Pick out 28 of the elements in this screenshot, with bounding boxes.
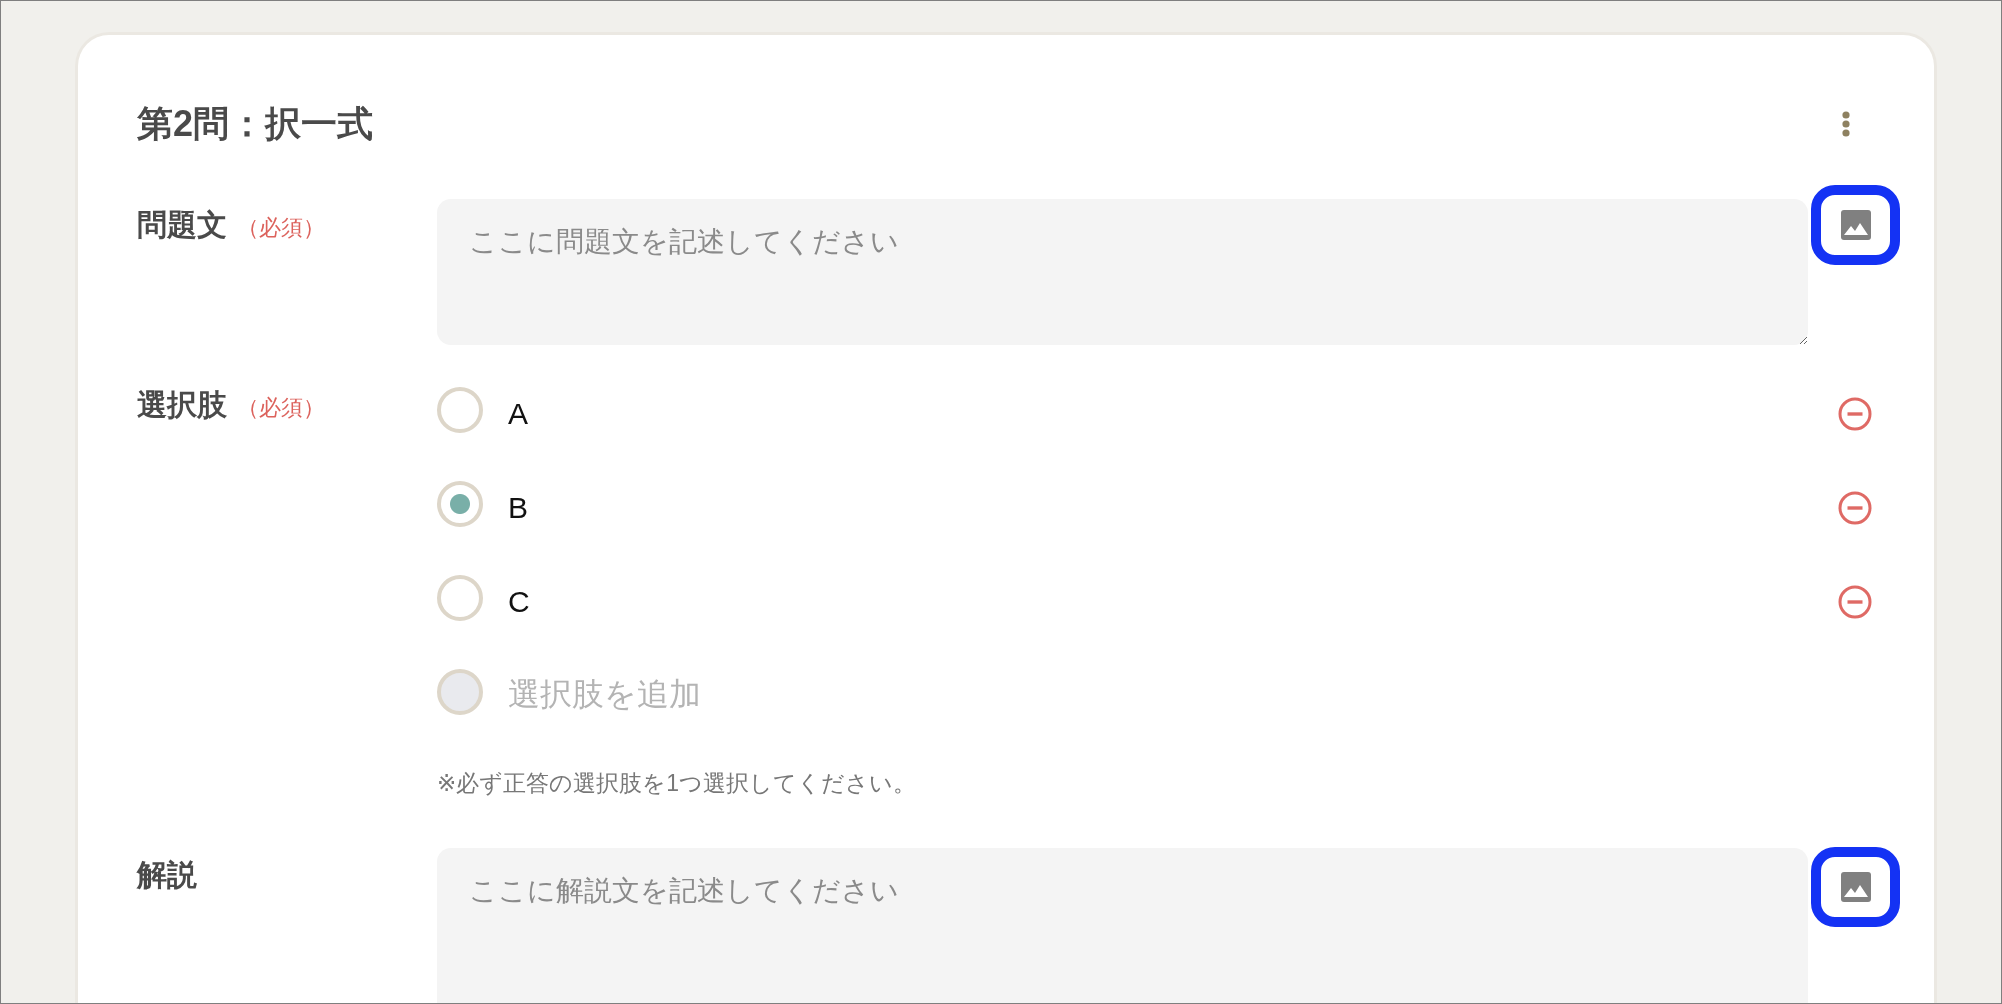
field-label: 解説 xyxy=(137,857,197,893)
question-title: 第2問：択一式 xyxy=(137,102,374,145)
question-text-field[interactable]: ここに問題文を記述してください xyxy=(437,199,1808,345)
add-image-button[interactable] xyxy=(1811,185,1900,265)
minus-circle-icon xyxy=(1838,397,1872,431)
radio-button[interactable] xyxy=(437,575,483,621)
field-label: 問題文 xyxy=(137,207,227,243)
image-icon xyxy=(1840,872,1871,902)
add-image-button[interactable] xyxy=(1811,847,1900,927)
explanation-field[interactable]: ここに解説文を記述してください xyxy=(437,848,1808,1003)
radio-button[interactable] xyxy=(437,481,483,527)
image-icon xyxy=(1840,210,1871,240)
minus-circle-icon xyxy=(1838,585,1872,619)
field-label: 選択肢 xyxy=(137,387,227,423)
required-label: （必須） xyxy=(237,214,325,242)
option-label: A xyxy=(508,396,528,432)
remove-option-button[interactable] xyxy=(1837,490,1873,526)
radio-button[interactable] xyxy=(437,387,483,433)
option-label: B xyxy=(508,490,528,526)
remove-option-button[interactable] xyxy=(1837,396,1873,432)
option-label: C xyxy=(508,584,530,620)
empty-circle-icon xyxy=(437,669,483,715)
add-option-button[interactable]: 選択肢を追加 xyxy=(508,675,701,713)
required-label: （必須） xyxy=(237,394,325,422)
minus-circle-icon xyxy=(1838,491,1872,525)
remove-option-button[interactable] xyxy=(1837,584,1873,620)
more-vertical-icon xyxy=(1842,110,1850,137)
hint-text: ※必ず正答の選択肢を1つ選択してください。 xyxy=(437,769,917,798)
